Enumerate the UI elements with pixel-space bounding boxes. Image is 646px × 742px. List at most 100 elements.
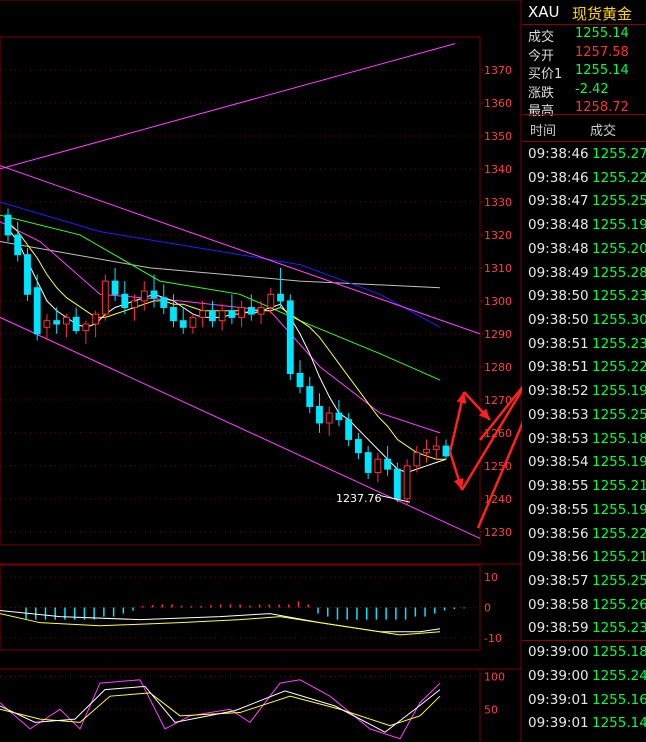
trade-time: 09:39:01 [528, 691, 589, 708]
trade-time: 09:38:48 [528, 240, 589, 257]
candle-body [384, 458, 392, 470]
trade-row[interactable]: 09:38:54 1255.19 [522, 451, 646, 475]
trade-time: 09:38:53 [528, 430, 589, 447]
macd-dif-line [0, 610, 441, 633]
quote-label: 成交 [528, 30, 555, 45]
candle-body [179, 320, 187, 328]
trade-time: 09:38:46 [528, 169, 589, 186]
candle-body [277, 293, 284, 302]
quote-label: 今开 [528, 48, 555, 64]
trade-price: 1255.25 [592, 406, 646, 423]
quote-value: -2.42 [575, 81, 609, 97]
trade-row[interactable]: 09:38:55 1255.21 [522, 475, 646, 499]
candle-body [247, 306, 255, 315]
quote-value: 1258.72 [575, 100, 629, 115]
candle-body [442, 445, 450, 457]
candle-body [131, 300, 138, 308]
y-tick-label: 1350 [484, 130, 512, 143]
trade-header-time: 时间 [530, 124, 557, 139]
trade-row[interactable]: 09:39:00 1255.18 [522, 641, 646, 665]
candle-body [199, 310, 207, 318]
y-tick-label: 1340 [484, 163, 512, 176]
candle-body [170, 306, 177, 322]
y-tick-label: 1320 [484, 229, 512, 242]
symbol-name: 现货黄金 [572, 5, 633, 23]
candle-body [92, 313, 100, 325]
trade-time: 09:38:48 [528, 217, 589, 234]
trade-row[interactable]: 09:38:51 1255.23 [522, 333, 646, 357]
candle-body [160, 297, 168, 308]
candle-body [62, 316, 70, 325]
trade-row[interactable]: 09:38:57 1255.25 [522, 570, 646, 594]
trade-price: 1255.21 [592, 549, 646, 566]
candle-body [267, 293, 275, 308]
price-chart[interactable]: 1230124012501260127012801290130013101320… [0, 0, 522, 742]
channel-upper-line [0, 43, 456, 170]
trade-price: 1255.22 [592, 359, 646, 376]
candle-body [218, 310, 226, 322]
y-tick-label: 1360 [484, 97, 512, 110]
trade-time: 09:38:49 [528, 264, 589, 281]
trade-time: 09:38:55 [528, 478, 589, 495]
trade-price: 1255.22 [592, 169, 646, 186]
candle-body [393, 468, 401, 500]
trade-row[interactable]: 09:38:58 1255.26 [522, 594, 646, 618]
trade-row[interactable]: 09:38:53 1255.18 [522, 428, 646, 452]
y-tick-label: 1330 [484, 196, 512, 209]
trade-row[interactable]: 09:38:46 1255.22 [522, 167, 646, 191]
trade-price: 1255.20 [592, 240, 646, 257]
low-price-annotation: 1237.76 [336, 492, 382, 505]
series-line-ma10 [7, 221, 446, 460]
trade-price: 1255.24 [592, 667, 646, 684]
trade-time: 09:38:55 [528, 501, 589, 518]
trade-row[interactable]: 09:38:50 1255.30 [522, 309, 646, 333]
trade-row[interactable]: 09:39:01 1255.14 [522, 712, 646, 736]
trade-row[interactable]: 09:38:48 1255.19 [522, 214, 646, 238]
quote-row: 买价1 1255.14 [522, 62, 646, 82]
candle-body [296, 372, 304, 388]
candle-body [4, 214, 12, 236]
candle-body [24, 254, 31, 295]
kdj-tick-label: 50 [484, 703, 498, 716]
candle-body [72, 316, 80, 332]
candle-body [374, 458, 382, 473]
y-tick-label: 1230 [484, 526, 512, 539]
trade-time: 09:38:59 [528, 620, 589, 637]
symbol-header: XAU 现货黄金 [522, 0, 646, 25]
trade-row[interactable]: 09:38:49 1255.28 [522, 262, 646, 286]
y-tick-label: 1280 [484, 361, 512, 374]
trade-row[interactable]: 09:39:01 1255.16 [522, 689, 646, 713]
trade-row[interactable]: 09:38:56 1255.22 [522, 523, 646, 547]
trade-price: 1255.26 [592, 596, 646, 613]
y-tick-label: 1310 [484, 262, 512, 275]
trade-row[interactable]: 09:38:46 1255.27 [522, 143, 646, 167]
trade-row[interactable]: 09:38:47 1255.25 [522, 190, 646, 214]
macd-tick-label: 0 [484, 602, 491, 615]
trade-time: 09:38:52 [528, 383, 589, 400]
trade-row[interactable]: 09:38:56 1255.21 [522, 546, 646, 570]
candle-body [14, 234, 22, 256]
arrow-shaft [476, 421, 522, 529]
trade-row[interactable]: 09:39:00 1255.24 [522, 665, 646, 689]
candle-body [238, 306, 246, 318]
trade-time: 09:38:58 [528, 596, 589, 613]
trade-row[interactable]: 09:38:55 1255.19 [522, 499, 646, 523]
quote-value: 1255.14 [575, 26, 629, 41]
candle-body [228, 310, 236, 318]
trade-row[interactable]: 09:38:51 1255.22 [522, 356, 646, 380]
trade-price: 1255.19 [592, 454, 646, 471]
trade-time: 09:38:51 [528, 335, 589, 352]
trade-price: 1255.18 [592, 644, 646, 661]
trade-row[interactable]: 09:38:48 1255.20 [522, 238, 646, 262]
trade-price: 1255.23 [592, 335, 646, 352]
trade-row[interactable]: 09:38:50 1255.23 [522, 285, 646, 309]
candle-body [325, 412, 333, 424]
trade-row[interactable]: 09:38:59 1255.23 [522, 617, 646, 641]
trade-time: 09:38:50 [528, 312, 589, 329]
candle-body [150, 290, 158, 299]
trade-price: 1255.18 [592, 430, 646, 447]
trade-row[interactable]: 09:38:52 1255.19 [522, 380, 646, 404]
trade-row[interactable]: 09:38:53 1255.25 [522, 404, 646, 428]
candle-body [257, 306, 265, 315]
candle-body [335, 412, 343, 421]
